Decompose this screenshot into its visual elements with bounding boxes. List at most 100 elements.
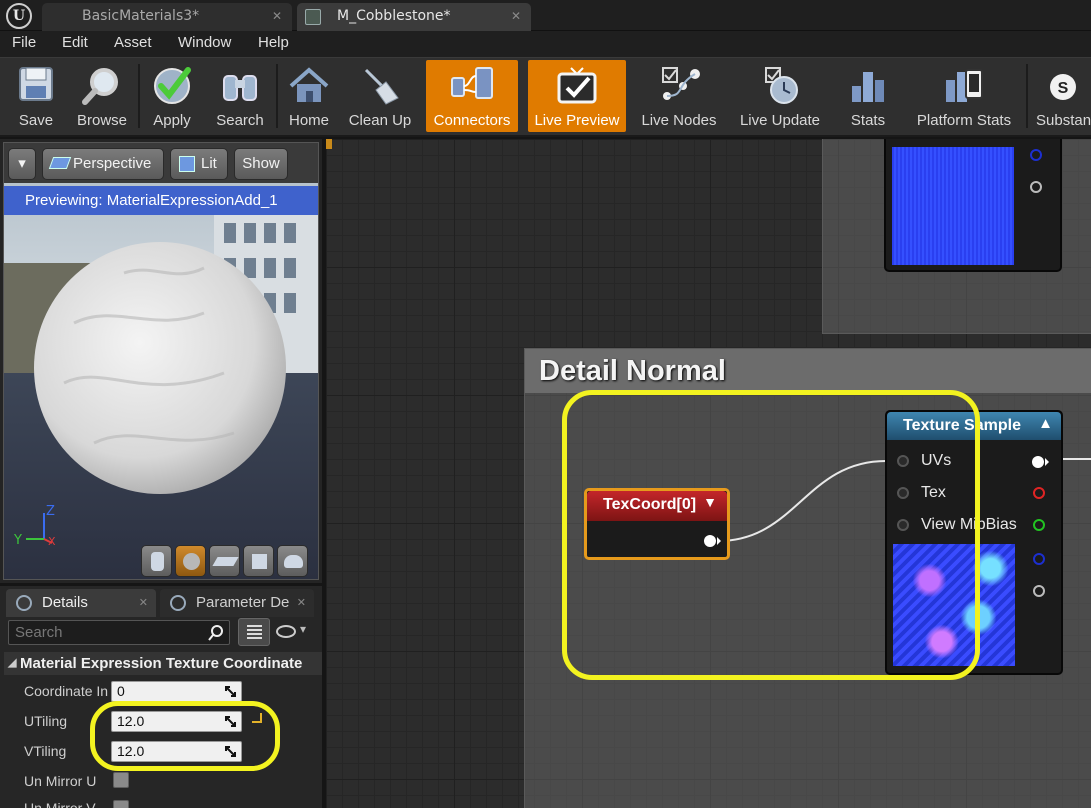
- search-icon: [208, 625, 223, 641]
- texture-sample-node-upper[interactable]: [884, 139, 1062, 272]
- clock-refresh-icon: [765, 67, 798, 104]
- broom-icon: [364, 68, 399, 105]
- output-pin-a[interactable]: [1030, 181, 1042, 193]
- prop-label-un-mirror-v: Un Mirror V: [24, 800, 96, 808]
- comment-title: Detail Normal: [539, 355, 726, 387]
- title-bar: U BasicMaterials3* ✕ M_Cobblestone* ✕: [0, 0, 1091, 31]
- show-button[interactable]: Show: [234, 148, 288, 180]
- coordinate-index-input[interactable]: 0: [111, 681, 242, 702]
- material-graph-canvas[interactable]: Detail Normal TexCoord[0] ▼ Texture Samp…: [326, 139, 1091, 808]
- connectors-button[interactable]: Connectors: [426, 60, 518, 132]
- prop-label-vtiling: VTiling: [24, 743, 67, 759]
- lit-button[interactable]: Lit: [170, 148, 228, 180]
- substance-button[interactable]: S Substan: [1034, 60, 1091, 132]
- chevron-down-icon: ▾: [300, 622, 307, 636]
- save-button[interactable]: Save: [8, 60, 64, 132]
- preview-viewport-panel: ▾ Perspective Lit Show Previewing: Mater…: [0, 139, 322, 583]
- toolbar-divider: [1026, 64, 1028, 128]
- axis-y-label: Y: [13, 533, 22, 547]
- tab-details[interactable]: Details ✕: [6, 589, 156, 617]
- platform-stats-button[interactable]: Platform Stats: [910, 60, 1018, 132]
- menu-help[interactable]: Help: [258, 34, 289, 51]
- axis-z-label: Z: [46, 504, 55, 519]
- lit-cube-icon: [179, 156, 195, 172]
- checkmark-icon: [154, 67, 191, 104]
- property-matrix-button[interactable]: [238, 618, 270, 646]
- stats-bar-icon: [852, 72, 884, 102]
- magnifier-icon: [170, 595, 186, 611]
- expand-arrows-icon: [225, 686, 236, 697]
- output-pin-b[interactable]: [1030, 149, 1042, 161]
- preview-sphere-button[interactable]: [175, 545, 206, 577]
- sphere-icon: [183, 553, 200, 570]
- apply-button[interactable]: Apply: [146, 60, 198, 132]
- platform-stats-icon: [946, 69, 983, 102]
- magnifier-icon: [16, 595, 32, 611]
- substance-icon: S: [1049, 74, 1076, 100]
- collapse-arrow-icon[interactable]: ▲: [1038, 415, 1053, 432]
- prop-label-utiling: UTiling: [24, 713, 68, 729]
- collapse-arrow-icon: ◢: [8, 657, 17, 669]
- search-button[interactable]: Search: [210, 60, 270, 132]
- viewport-options-button[interactable]: ▾: [8, 148, 36, 180]
- r-output-pin[interactable]: [1033, 487, 1045, 499]
- preview-plane-button[interactable]: [209, 545, 240, 577]
- un-mirror-v-checkbox[interactable]: [113, 800, 129, 808]
- close-icon[interactable]: ✕: [272, 3, 282, 29]
- binoculars-icon: [223, 75, 257, 101]
- preview-cube-button[interactable]: [243, 545, 274, 577]
- menu-edit[interactable]: Edit: [62, 34, 88, 51]
- svg-text:S: S: [1057, 80, 1068, 97]
- close-icon[interactable]: ✕: [511, 3, 521, 29]
- prop-label-coordinate-index: Coordinate In: [24, 683, 109, 699]
- tab-label: BasicMaterials3*: [82, 8, 200, 24]
- rgb-output-pin[interactable]: [1031, 455, 1049, 469]
- prop-label-un-mirror-u: Un Mirror U: [24, 773, 97, 789]
- material-icon: [305, 9, 321, 25]
- cube-icon: [252, 554, 267, 569]
- category-header[interactable]: ◢ Material Expression Texture Coordinate: [4, 652, 322, 675]
- tab-parameter-defaults[interactable]: Parameter De ✕: [160, 589, 314, 617]
- preview-teapot-button[interactable]: [277, 545, 308, 577]
- previewing-banner: Previewing: MaterialExpressionAdd_1: [4, 186, 318, 215]
- tv-checkbox-icon: [557, 67, 597, 104]
- details-panel: Details ✕ Parameter De ✕ Search ▾ ◢ Mate…: [0, 586, 322, 808]
- perspective-button[interactable]: Perspective: [42, 148, 164, 180]
- perspective-icon: [48, 157, 72, 169]
- home-button[interactable]: Home: [284, 60, 334, 132]
- texture-thumbnail: [892, 147, 1014, 265]
- tab-basicmaterials3[interactable]: BasicMaterials3* ✕: [42, 3, 292, 31]
- close-icon[interactable]: ✕: [139, 589, 148, 617]
- menu-file[interactable]: File: [12, 34, 36, 51]
- unreal-logo-icon[interactable]: U: [6, 3, 32, 29]
- axis-x-label: X: [48, 535, 56, 547]
- details-search-input[interactable]: Search: [8, 620, 230, 645]
- menu-asset[interactable]: Asset: [114, 34, 152, 51]
- menu-window[interactable]: Window: [178, 34, 231, 51]
- menu-bar: File Edit Asset Window Help: [0, 31, 1091, 57]
- chevron-down-icon: ▾: [18, 155, 26, 172]
- clean-up-button[interactable]: Clean Up: [344, 60, 416, 132]
- graph-edge-marker: [326, 139, 332, 149]
- live-nodes-button[interactable]: Live Nodes: [636, 60, 722, 132]
- g-output-pin[interactable]: [1033, 519, 1045, 531]
- tiling-highlight-annotation: [90, 701, 280, 771]
- a-output-pin[interactable]: [1033, 585, 1045, 597]
- live-update-button[interactable]: Live Update: [734, 60, 826, 132]
- live-preview-button[interactable]: Live Preview: [528, 60, 626, 132]
- live-nodes-icon: [662, 67, 700, 100]
- teapot-icon: [284, 555, 303, 568]
- grid-icon: [247, 625, 262, 640]
- preview-viewport[interactable]: ▾ Perspective Lit Show Previewing: Mater…: [3, 142, 319, 580]
- b-output-pin[interactable]: [1033, 553, 1045, 565]
- close-icon[interactable]: ✕: [297, 589, 306, 617]
- texcoord-highlight-annotation: [562, 390, 980, 680]
- toolbar-divider: [276, 64, 278, 128]
- preview-cylinder-button[interactable]: [141, 545, 172, 577]
- stats-button[interactable]: Stats: [840, 60, 896, 132]
- un-mirror-u-checkbox[interactable]: [113, 772, 129, 788]
- connectors-icon: [451, 67, 493, 99]
- tab-m-cobblestone[interactable]: M_Cobblestone* ✕: [297, 3, 531, 31]
- visibility-filter-button[interactable]: ▾: [276, 622, 312, 642]
- browse-button[interactable]: Browse: [72, 60, 132, 132]
